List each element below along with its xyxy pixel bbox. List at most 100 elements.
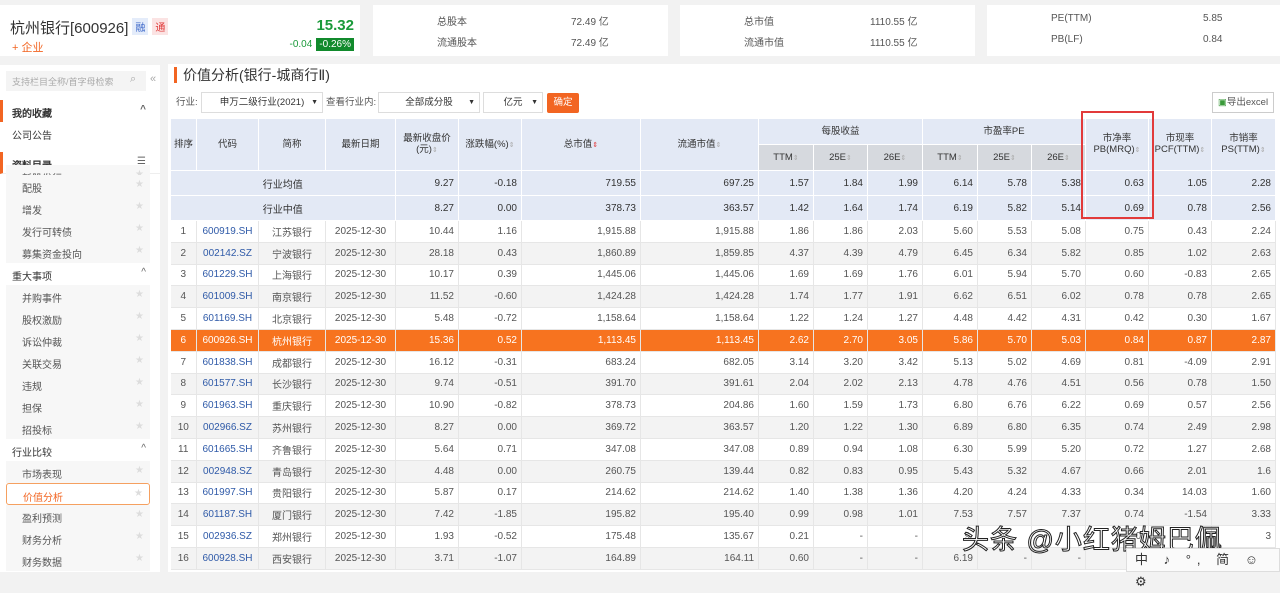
col-ps[interactable]: 市销率PS(TTM)⇕: [1211, 118, 1276, 171]
collapse-icon[interactable]: «: [150, 73, 156, 85]
stock-code-link[interactable]: 600919.SH: [196, 220, 259, 243]
col-eps-25e[interactable]: 25E⇕: [813, 144, 868, 171]
cell: 4.20: [922, 482, 978, 505]
export-excel-button[interactable]: ▣导出excel: [1212, 92, 1274, 113]
scope-select[interactable]: 全部成分股 ▼: [378, 92, 480, 113]
unit-select[interactable]: 亿元 ▼: [483, 92, 543, 113]
sidebar-item[interactable]: 股权激励 ★: [6, 307, 150, 329]
table-row[interactable]: 12 002948.SZ 青岛银行 2025-12-30 4.48 0.00 260.75 1…: [170, 460, 1276, 483]
col-mcap[interactable]: 总市值⇕: [521, 118, 641, 171]
ime-toolbar[interactable]: 中 ♪ °, 简 ☺ ⚙: [1126, 548, 1280, 589]
col-fmcap[interactable]: 流通市值⇕: [640, 118, 759, 171]
col-close[interactable]: 最新收盘价(元)⇕: [395, 118, 459, 171]
star-icon[interactable]: ★: [135, 377, 144, 388]
star-icon[interactable]: ★: [135, 223, 144, 234]
sidebar-item[interactable]: 诉讼仲裁 ★: [6, 329, 150, 351]
col-eps-ttm[interactable]: TTM⇕: [758, 144, 814, 171]
table-row[interactable]: 6 600926.SH 杭州银行 2025-12-30 15.36 0.52 1,113.4…: [170, 329, 1276, 352]
star-icon[interactable]: ★: [135, 553, 144, 564]
table-row[interactable]: 1 600919.SH 江苏银行 2025-12-30 10.44 1.16 1,915.8…: [170, 220, 1276, 243]
follow-button[interactable]: + 企业: [12, 39, 43, 55]
sidebar-item[interactable]: 市场表现 ★: [6, 461, 150, 483]
col-pcf[interactable]: 市现率PCF(TTM)⇕: [1148, 118, 1212, 171]
table-row[interactable]: 2 002142.SZ 宁波银行 2025-12-30 28.18 0.43 1,860.8…: [170, 242, 1276, 265]
chevron-up-icon[interactable]: ^: [141, 267, 146, 278]
industry-select[interactable]: 申万二级行业(2021) ▼: [201, 92, 323, 113]
table-row[interactable]: 13 601997.SH 贵阳银行 2025-12-30 5.87 0.17 214.62 2…: [170, 482, 1276, 505]
stock-code-link[interactable]: 601963.SH: [196, 394, 259, 418]
star-icon[interactable]: ★: [135, 509, 144, 520]
section-industry-compare[interactable]: 行业比较 ^: [0, 439, 160, 461]
sidebar-item[interactable]: 招投标 ★: [6, 417, 150, 439]
col-eps-26e[interactable]: 26E⇕: [867, 144, 923, 171]
star-icon[interactable]: ★: [135, 355, 144, 366]
star-icon[interactable]: ★: [135, 421, 144, 432]
table-row[interactable]: 9 601963.SH 重庆银行 2025-12-30 10.90 -0.82 378.73…: [170, 394, 1276, 418]
cell: 6.30: [922, 438, 978, 461]
cell: 1.20: [758, 416, 814, 439]
caret-down-icon: ▼: [468, 99, 475, 106]
sidebar-item[interactable]: 财务数据 ★: [6, 549, 150, 571]
sidebar-item[interactable]: 担保 ★: [6, 395, 150, 417]
star-icon[interactable]: ★: [134, 488, 143, 499]
stock-code-link[interactable]: 601838.SH: [196, 351, 259, 374]
sidebar-item[interactable]: 价值分析 ★: [6, 483, 150, 505]
stock-code-link[interactable]: 601169.SH: [196, 307, 259, 330]
cell: 2.04: [758, 373, 814, 396]
stock-code-link[interactable]: 600928.SH: [196, 547, 259, 570]
stock-code-link[interactable]: 601577.SH: [196, 373, 259, 396]
stock-code-link[interactable]: 002142.SZ: [196, 242, 259, 265]
star-icon[interactable]: ★: [135, 333, 144, 344]
table-row[interactable]: 7 601838.SH 成都银行 2025-12-30 16.12 -0.31 683.24…: [170, 351, 1276, 374]
sidebar-item[interactable]: 配股 ★: [6, 175, 150, 197]
stock-code-link[interactable]: 601229.SH: [196, 264, 259, 287]
star-icon[interactable]: ★: [135, 289, 144, 300]
star-icon[interactable]: ★: [135, 179, 144, 190]
sidebar-item[interactable]: 盈利预测 ★: [6, 505, 150, 527]
table-row[interactable]: 3 601229.SH 上海银行 2025-12-30 10.17 0.39 1,445.0…: [170, 264, 1276, 287]
confirm-button[interactable]: 确定: [547, 93, 579, 113]
sidebar-search-input[interactable]: 支持栏目全称/首字母检索: [6, 71, 146, 91]
sidebar-item[interactable]: 募集资金投向 ★: [6, 241, 150, 263]
stock-header-card: 杭州银行[600926] 融通 + 企业 15.32 -0.04 -0.26%: [0, 5, 360, 56]
stock-code-link[interactable]: 601009.SH: [196, 285, 259, 309]
section-favorites[interactable]: 我的收藏 ^: [0, 100, 160, 122]
cell: 5.48: [395, 307, 459, 330]
col-pct[interactable]: 涨跌幅(%)⇕: [458, 118, 522, 171]
star-icon[interactable]: ★: [135, 465, 144, 476]
star-icon[interactable]: ★: [135, 311, 144, 322]
cell: 5.82: [977, 195, 1032, 221]
table-row[interactable]: 11 601665.SH 齐鲁银行 2025-12-30 5.64 0.71 347.08 3…: [170, 438, 1276, 461]
star-icon[interactable]: ★: [135, 201, 144, 212]
stock-code-link[interactable]: 601187.SH: [196, 503, 259, 527]
sidebar-item[interactable]: 并购事件 ★: [6, 285, 150, 307]
star-icon[interactable]: ★: [135, 399, 144, 410]
cell: 0.83: [813, 460, 868, 483]
chevron-up-icon[interactable]: ^: [141, 443, 146, 454]
table-row[interactable]: 10 002966.SZ 苏州银行 2025-12-30 8.27 0.00 369.72 3…: [170, 416, 1276, 439]
stock-code-link[interactable]: 601997.SH: [196, 482, 259, 505]
star-icon[interactable]: ★: [135, 245, 144, 256]
table-row[interactable]: 8 601577.SH 长沙银行 2025-12-30 9.74 -0.51 391.70 3…: [170, 373, 1276, 396]
col-pe-25e[interactable]: 25E⇕: [977, 144, 1032, 171]
stock-code-link[interactable]: 600926.SH: [196, 329, 259, 352]
stock-code-link[interactable]: 002966.SZ: [196, 416, 259, 439]
star-icon[interactable]: ★: [135, 531, 144, 542]
search-icon[interactable]: ⌕: [130, 73, 136, 86]
sidebar-item[interactable]: 违规 ★: [6, 373, 150, 395]
col-pe-26e[interactable]: 26E⇕: [1031, 144, 1086, 171]
table-row[interactable]: 4 601009.SH 南京银行 2025-12-30 11.52 -0.60 1,424.…: [170, 285, 1276, 309]
stock-code-link[interactable]: 601665.SH: [196, 438, 259, 461]
sidebar-item[interactable]: 增发 ★: [6, 197, 150, 219]
cell: 0.81: [1085, 351, 1149, 374]
sidebar-item[interactable]: 关联交易 ★: [6, 351, 150, 373]
cell: 4.31: [1031, 307, 1086, 330]
sidebar-item-notice[interactable]: 公司公告: [0, 122, 160, 144]
table-row[interactable]: 5 601169.SH 北京银行 2025-12-30 5.48 -0.72 1,158.6…: [170, 307, 1276, 330]
stock-code-link[interactable]: 002936.SZ: [196, 525, 259, 548]
sidebar-item[interactable]: 财务分析 ★: [6, 527, 150, 549]
section-major-events[interactable]: 重大事项 ^: [0, 263, 160, 285]
col-pe-ttm[interactable]: TTM⇕: [922, 144, 978, 171]
sidebar-item[interactable]: 发行可转债 ★: [6, 219, 150, 241]
stock-code-link[interactable]: 002948.SZ: [196, 460, 259, 483]
